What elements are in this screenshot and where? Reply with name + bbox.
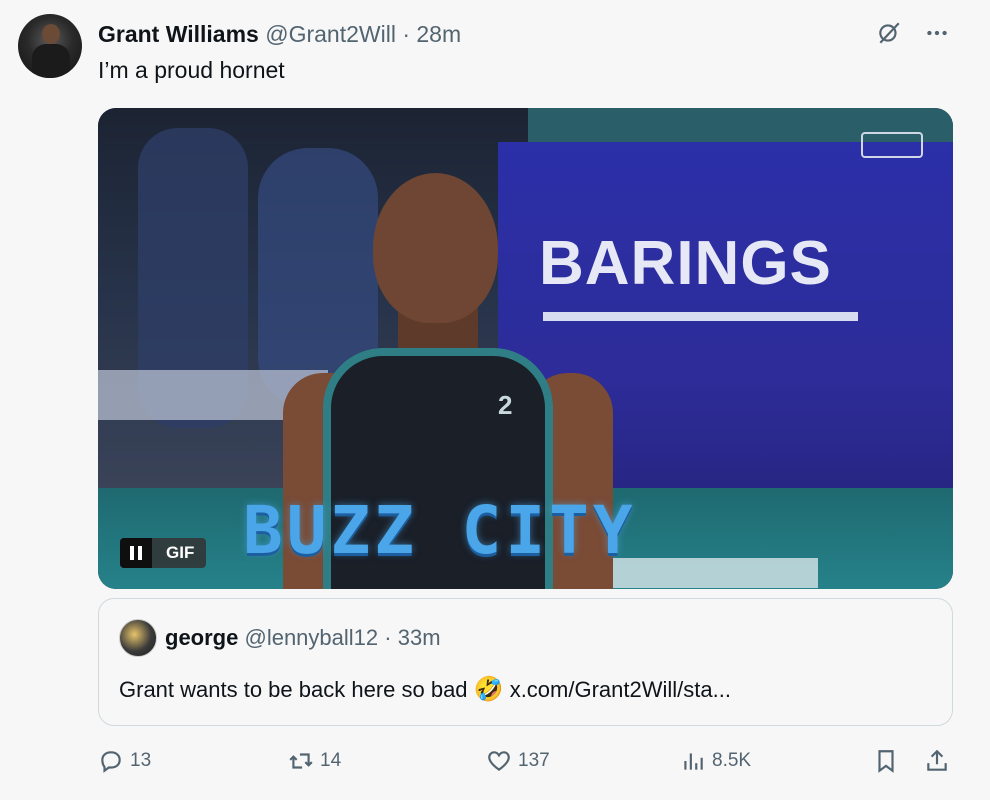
like-count: 137 [518,750,550,771]
quote-separator: · [384,625,392,650]
author-name[interactable]: Grant Williams [98,21,259,47]
quote-link[interactable]: x.com/Grant2Will/sta... [510,677,731,702]
quote-text-line: Grant wants to be back here so bad 🤣 x.c… [119,676,731,704]
tweet-action-bar: 13 14 137 8.5K [98,748,958,780]
repost-button[interactable]: 14 [288,748,341,774]
rofl-emoji: 🤣 [473,676,504,703]
gif-badge[interactable]: GIF [120,538,207,568]
tweet-header: Grant Williams @Grant2Will · 28m [98,20,461,48]
tweet-gif-media[interactable]: BARINGS 2 BUZZ CITY GIF [98,108,953,589]
repost-count: 14 [320,750,342,771]
tweet-time[interactable]: 28m [416,21,461,47]
share-button[interactable] [924,748,950,774]
share-icon [927,749,947,771]
avatar-body-shape [32,44,70,78]
reply-icon [101,751,121,773]
banner-underline [543,312,858,321]
tweet-text: I’m a proud hornet [98,57,285,83]
quoted-tweet[interactable]: george @lennyball12 · 33m Grant wants to… [98,598,953,726]
like-icon [488,751,510,771]
more-icon[interactable] [924,20,950,52]
network-logo [861,132,923,158]
quote-author-avatar[interactable] [119,619,157,657]
quote-text: Grant wants to be back here so bad [119,677,468,702]
grok-icon[interactable] [876,20,902,52]
avatar-head-shape [42,24,60,44]
header-separator: · [402,21,410,47]
like-button[interactable]: 137 [486,748,550,774]
banner-text: BARINGS [539,229,832,298]
jersey-number: 2 [498,390,513,420]
pause-icon[interactable] [120,538,152,568]
views-icon [684,753,703,770]
quote-author-handle[interactable]: @lennyball12 [244,625,378,650]
views-count: 8.5K [712,750,752,771]
quote-author-name[interactable]: george [165,625,238,650]
reply-count: 13 [130,750,152,771]
bookmark-icon [878,750,894,773]
bookmark-button[interactable] [873,748,899,774]
views-button[interactable]: 8.5K [680,748,751,774]
quote-time[interactable]: 33m [398,625,441,650]
quote-header: george @lennyball12 · 33m [165,625,441,651]
gif-overlay-text: BUZZ CITY [243,492,637,569]
author-avatar[interactable] [18,14,82,78]
author-handle[interactable]: @Grant2Will [265,21,396,47]
player-head [373,173,498,323]
gif-label: GIF [166,543,195,562]
tweet-top-actions [876,20,950,52]
reply-button[interactable]: 13 [98,748,151,774]
repost-icon [289,753,313,769]
